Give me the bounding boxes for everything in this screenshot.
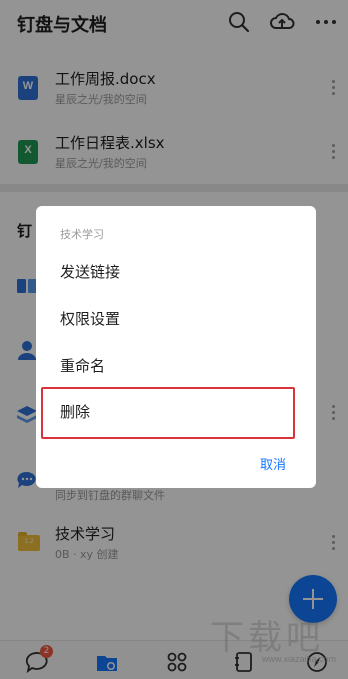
cancel-button[interactable]: 取消 xyxy=(260,454,286,473)
dialog-title: 技术学习 xyxy=(60,228,104,241)
menu-item-rename[interactable]: 重命名 xyxy=(60,355,105,376)
action-menu-dialog: 技术学习 发送链接 权限设置 重命名 删除 取消 xyxy=(36,206,316,488)
menu-item-delete[interactable]: 删除 xyxy=(60,401,90,422)
menu-item-permissions[interactable]: 权限设置 xyxy=(60,308,120,329)
menu-item-send-link[interactable]: 发送链接 xyxy=(60,261,120,282)
